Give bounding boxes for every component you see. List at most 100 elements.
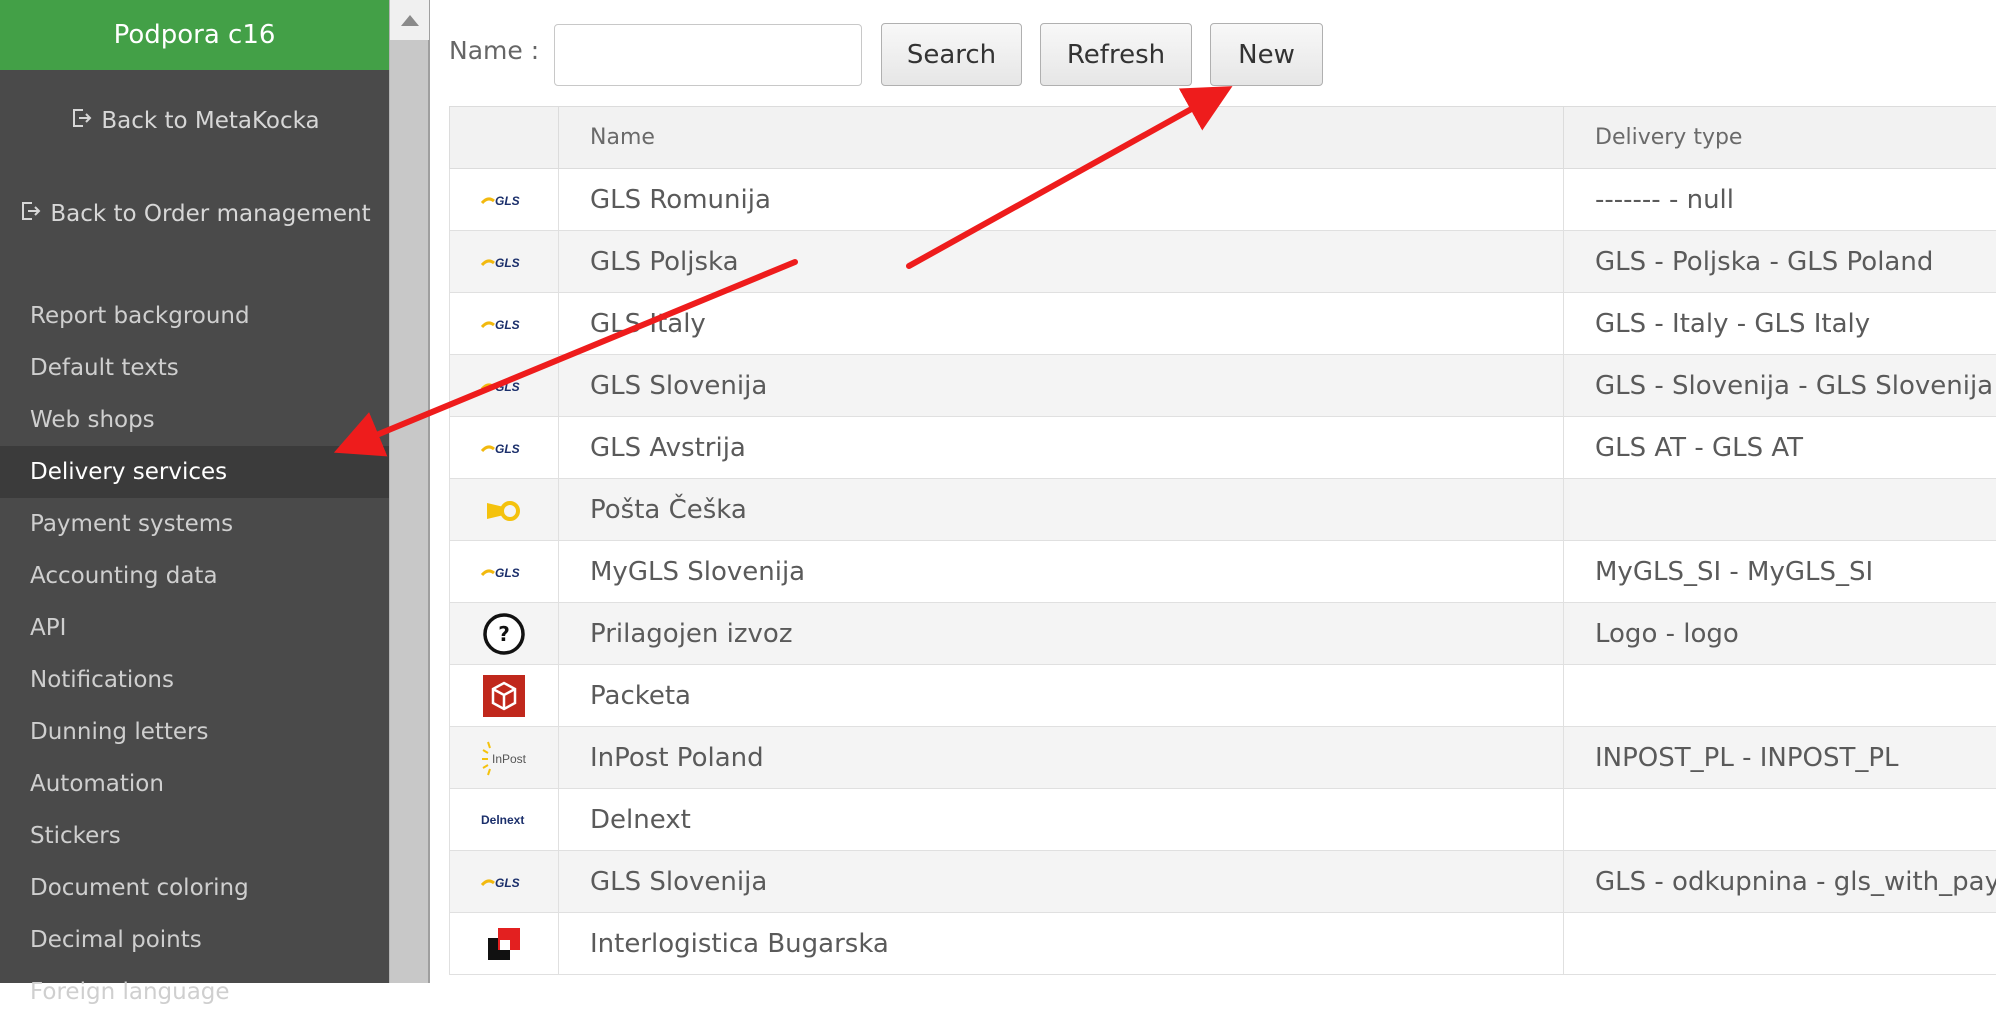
sidebar-item-document-coloring[interactable]: Document coloring [0, 862, 389, 914]
name-cell[interactable]: InPost Poland [559, 727, 1564, 789]
sidebar-item-payment-systems[interactable]: Payment systems [0, 498, 389, 550]
back-to-metakocka-label: Back to MetaKocka [101, 108, 319, 134]
name-cell[interactable]: Delnext [559, 789, 1564, 851]
logo-cell [450, 913, 559, 975]
gls-logo-icon: GLS [474, 426, 534, 470]
sidebar-item-report-background[interactable]: Report background [0, 290, 389, 342]
sign-out-icon [18, 199, 42, 229]
gls-logo-icon: GLS [474, 364, 534, 408]
svg-text:GLS: GLS [495, 442, 520, 456]
sidebar-item-dunning-letters[interactable]: Dunning letters [0, 706, 389, 758]
svg-text:GLS: GLS [495, 256, 520, 270]
svg-text:GLS: GLS [495, 318, 520, 332]
table-row[interactable]: InPost InPost PolandINPOST_PL - INPOST_PL [450, 727, 1996, 789]
name-search-input[interactable] [554, 24, 862, 86]
back-to-order-management-link[interactable]: Back to Order management [0, 193, 389, 235]
logo-cell: GLS [450, 355, 559, 417]
delivery-type-cell: MyGLS_SI - MyGLS_SI [1564, 541, 1996, 603]
column-header-name[interactable]: Name [559, 107, 1564, 169]
sidebar-item-default-texts[interactable]: Default texts [0, 342, 389, 394]
logo-cell: InPost [450, 727, 559, 789]
name-cell[interactable]: Prilagojen izvoz [559, 603, 1564, 665]
column-header-delivery-type[interactable]: Delivery type [1564, 107, 1996, 169]
scroll-up-arrow-icon[interactable] [390, 0, 429, 40]
table-header-row: Name Delivery type [450, 107, 1996, 169]
refresh-button[interactable]: Refresh [1040, 23, 1192, 86]
logo-cell: Delnext [450, 789, 559, 851]
name-cell[interactable]: GLS Avstrija [559, 417, 1564, 479]
back-to-order-label: Back to Order management [50, 201, 370, 227]
name-filter-label: Name : [449, 36, 539, 65]
sidebar-scrollbar[interactable] [389, 0, 430, 983]
name-cell[interactable]: GLS Romunija [559, 169, 1564, 231]
table-row[interactable]: GLSGLS AvstrijaGLS AT - GLS AT [450, 417, 1996, 479]
name-cell[interactable]: GLS Italy [559, 293, 1564, 355]
name-cell[interactable]: Packeta [559, 665, 1564, 727]
sidebar-item-automation[interactable]: Automation [0, 758, 389, 810]
delivery-type-cell: Logo - logo [1564, 603, 1996, 665]
sign-out-icon [69, 106, 93, 136]
delivery-type-cell [1564, 479, 1996, 541]
name-cell[interactable]: GLS Slovenija [559, 851, 1564, 913]
name-cell[interactable]: Pošta Češka [559, 479, 1564, 541]
delivery-type-cell: INPOST_PL - INPOST_PL [1564, 727, 1996, 789]
sidebar-item-accounting-data[interactable]: Accounting data [0, 550, 389, 602]
table-row[interactable]: GLS MyGLS SlovenijaMyGLS_SI - MyGLS_SI [450, 541, 1996, 603]
logo-cell [450, 479, 559, 541]
svg-text:GLS: GLS [495, 380, 520, 394]
name-cell[interactable]: GLS Poljska [559, 231, 1564, 293]
packeta-logo-icon [474, 674, 534, 718]
delivery-type-cell: GLS - Italy - GLS Italy [1564, 293, 1996, 355]
question-icon: ? [474, 612, 534, 656]
sidebar-title: Podpora c16 [0, 0, 389, 70]
column-header-logo [450, 107, 559, 169]
gls-logo-icon: GLS [474, 240, 534, 284]
table-row[interactable]: GLS GLS SlovenijaGLS - odkupnina - gls_wi… [450, 851, 1996, 913]
sidebar-item-web-shops[interactable]: Web shops [0, 394, 389, 446]
gls-logo-icon: GLS [474, 302, 534, 346]
gls-logo-icon: GLS [474, 550, 534, 594]
table-row[interactable]: GLS GLS Romunija------- - null [450, 169, 1996, 231]
delivery-type-cell: ------- - null [1564, 169, 1996, 231]
svg-text:InPost: InPost [492, 752, 527, 766]
delivery-type-cell: GLS - odkupnina - gls_with_payment [1564, 851, 1996, 913]
logo-cell [450, 665, 559, 727]
logo-cell: GLS [450, 293, 559, 355]
sidebar-item-foreign-language[interactable]: Foreign language [0, 966, 389, 1018]
table-row[interactable]: Pošta Češka [450, 479, 1996, 541]
delivery-type-cell: GLS - Poljska - GLS Poland [1564, 231, 1996, 293]
table-row[interactable]: GLS GLS PoljskaGLS - Poljska - GLS Poland [450, 231, 1996, 293]
svg-text:Delnext: Delnext [481, 813, 524, 827]
sidebar: Podpora c16 Back to MetaKocka Back to Or… [0, 0, 389, 983]
delivery-type-cell [1564, 913, 1996, 975]
table-row[interactable]: Interlogistica Bugarska [450, 913, 1996, 975]
sidebar-item-stickers[interactable]: Stickers [0, 810, 389, 862]
logo-cell: GLS [450, 169, 559, 231]
search-button[interactable]: Search [881, 23, 1022, 86]
table-row[interactable]: GLSGLS SlovenijaGLS - Slovenija - GLS Sl… [450, 355, 1996, 417]
name-cell[interactable]: MyGLS Slovenija [559, 541, 1564, 603]
table-row[interactable]: Delnext Delnext [450, 789, 1996, 851]
sidebar-item-decimal-points[interactable]: Decimal points [0, 914, 389, 966]
svg-text:?: ? [498, 622, 510, 646]
delnext-logo-icon: Delnext [474, 798, 534, 842]
gls-logo-icon: GLS [474, 178, 534, 222]
logo-cell: ? [450, 603, 559, 665]
sidebar-item-api[interactable]: API [0, 602, 389, 654]
sidebar-item-notifications[interactable]: Notifications [0, 654, 389, 706]
sidebar-item-delivery-services[interactable]: Delivery services [0, 446, 389, 498]
gls-logo-icon: GLS [474, 860, 534, 904]
inpost-logo-icon: InPost [474, 736, 534, 780]
delivery-type-cell [1564, 665, 1996, 727]
back-to-metakocka-link[interactable]: Back to MetaKocka [0, 100, 389, 142]
table-row[interactable]: Packeta [450, 665, 1996, 727]
logo-cell: GLS [450, 851, 559, 913]
svg-text:GLS: GLS [495, 566, 520, 580]
new-button[interactable]: New [1210, 23, 1323, 86]
table-row[interactable]: GLS GLS ItalyGLS - Italy - GLS Italy [450, 293, 1996, 355]
name-cell[interactable]: GLS Slovenija [559, 355, 1564, 417]
svg-text:GLS: GLS [495, 876, 520, 890]
logo-cell: GLS [450, 231, 559, 293]
name-cell[interactable]: Interlogistica Bugarska [559, 913, 1564, 975]
table-row[interactable]: ? Prilagojen izvozLogo - logo [450, 603, 1996, 665]
